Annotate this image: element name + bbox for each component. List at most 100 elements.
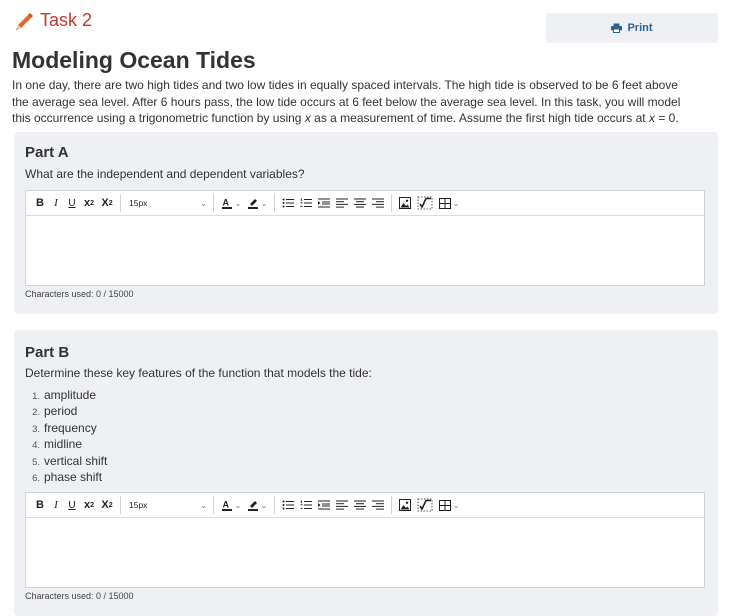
print-button[interactable]: Print <box>546 13 718 43</box>
chevron-down-icon: ⌄ <box>234 198 242 208</box>
indent-button[interactable] <box>315 194 333 212</box>
font-size-select[interactable]: 15px ⌄ <box>125 194 209 212</box>
insert-image-button[interactable] <box>396 496 414 514</box>
part-b-text-area[interactable] <box>26 518 704 587</box>
numbered-list-button[interactable] <box>297 194 315 212</box>
list-item: 5. vertical shift <box>32 453 108 468</box>
part-b-panel: Part B Determine these key features of t… <box>14 330 718 616</box>
indent-button[interactable] <box>315 496 333 514</box>
align-right-icon <box>372 500 384 510</box>
toolbar-divider <box>391 194 392 212</box>
text-color-icon: A <box>221 198 232 209</box>
text-color-icon: A <box>221 500 232 511</box>
page-title: Modeling Ocean Tides <box>12 47 256 73</box>
text-color-button[interactable]: A ⌄ <box>218 194 244 212</box>
table-icon <box>438 499 451 511</box>
part-b-prompt: Determine these key features of the func… <box>25 366 372 380</box>
square-root-icon <box>417 498 433 512</box>
part-a-character-count: Characters used: 0 / 15000 <box>25 289 134 299</box>
align-center-button[interactable] <box>351 194 369 212</box>
font-size-select[interactable]: 15px ⌄ <box>125 496 209 514</box>
bulleted-list-icon <box>282 198 294 208</box>
highlighter-icon <box>247 501 258 511</box>
insert-equation-button[interactable] <box>414 194 436 212</box>
chevron-down-icon: ⌄ <box>200 198 207 208</box>
bold-button[interactable]: B <box>32 496 48 514</box>
editor-toolbar: B I U x2 X2 15px ⌄ A ⌄ ⌄ ⌄ <box>26 493 704 518</box>
indent-icon <box>318 198 330 208</box>
insert-table-button[interactable]: ⌄ <box>436 194 462 212</box>
align-center-icon <box>354 500 366 510</box>
align-left-button[interactable] <box>333 496 351 514</box>
toolbar-divider <box>120 194 121 212</box>
intro-line: In one day, there are two high tides and… <box>12 78 678 92</box>
italic-button[interactable]: I <box>48 496 64 514</box>
numbered-list-icon <box>300 198 312 207</box>
highlight-color-button[interactable]: ⌄ <box>244 194 270 212</box>
list-item: 2. period <box>32 404 78 419</box>
align-left-button[interactable] <box>333 194 351 212</box>
part-a-prompt: What are the independent and dependent v… <box>25 167 305 181</box>
numbered-list-icon <box>300 500 312 509</box>
highlight-color-button[interactable]: ⌄ <box>244 496 270 514</box>
list-item: 6. phase shift <box>32 469 103 484</box>
align-right-button[interactable] <box>369 194 387 212</box>
text-color-button[interactable]: A ⌄ <box>218 496 244 514</box>
part-b-feature-list: 1. amplitude 2. period 3. frequency 4. midli… <box>25 387 107 485</box>
toolbar-divider <box>274 496 275 514</box>
numbered-list-button[interactable] <box>297 496 315 514</box>
svg-text:A: A <box>222 198 229 208</box>
italic-button[interactable]: I <box>48 194 64 212</box>
intro-line: this occurrence using a trigonometric fu… <box>12 111 679 125</box>
align-center-button[interactable] <box>351 496 369 514</box>
toolbar-divider <box>213 194 214 212</box>
part-b-title: Part B <box>25 344 70 361</box>
part-b-editor: B I U x2 X2 15px ⌄ A ⌄ ⌄ ⌄ <box>25 492 705 588</box>
printer-icon <box>611 23 623 33</box>
list-item: 4. midline <box>32 437 83 452</box>
toolbar-divider <box>120 496 121 514</box>
highlighter-icon <box>247 199 258 209</box>
align-left-icon <box>336 198 348 208</box>
image-icon <box>399 499 411 511</box>
align-right-icon <box>372 198 384 208</box>
insert-image-button[interactable] <box>396 194 414 212</box>
chevron-down-icon: ⌄ <box>200 500 207 510</box>
indent-icon <box>318 500 330 510</box>
toolbar-divider <box>213 496 214 514</box>
print-label: Print <box>627 22 653 34</box>
chevron-down-icon: ⌄ <box>234 500 242 510</box>
subscript-button[interactable]: X2 <box>98 194 116 212</box>
subscript-button[interactable]: X2 <box>98 496 116 514</box>
chevron-down-icon: ⌄ <box>452 198 460 208</box>
align-right-button[interactable] <box>369 496 387 514</box>
bulleted-list-button[interactable] <box>279 496 297 514</box>
part-a-text-area[interactable] <box>26 216 704 285</box>
insert-table-button[interactable]: ⌄ <box>436 496 462 514</box>
task-title: Task 2 <box>40 10 93 30</box>
chevron-down-icon: ⌄ <box>260 500 268 510</box>
superscript-button[interactable]: x2 <box>80 194 98 212</box>
toolbar-divider <box>391 496 392 514</box>
part-a-panel: Part A What are the independent and depe… <box>14 132 718 314</box>
list-item: 3. frequency <box>32 420 97 435</box>
chevron-down-icon: ⌄ <box>452 500 460 510</box>
part-a-editor: B I U x2 X2 15px ⌄ A ⌄ ⌄ ⌄ <box>25 190 705 286</box>
bold-button[interactable]: B <box>32 194 48 212</box>
underline-button[interactable]: U <box>64 496 80 514</box>
pencil-icon <box>16 12 33 30</box>
superscript-button[interactable]: x2 <box>80 496 98 514</box>
underline-button[interactable]: U <box>64 194 80 212</box>
insert-equation-button[interactable] <box>414 496 436 514</box>
part-a-title: Part A <box>25 144 69 161</box>
toolbar-divider <box>274 194 275 212</box>
task-header: Task 2 <box>14 10 92 31</box>
align-left-icon <box>336 500 348 510</box>
svg-text:A: A <box>222 500 229 510</box>
bulleted-list-button[interactable] <box>279 194 297 212</box>
square-root-icon <box>417 196 433 210</box>
intro-line: the average sea level. After 6 hours pas… <box>12 94 681 109</box>
image-icon <box>399 197 411 209</box>
align-center-icon <box>354 198 366 208</box>
chevron-down-icon: ⌄ <box>260 198 268 208</box>
